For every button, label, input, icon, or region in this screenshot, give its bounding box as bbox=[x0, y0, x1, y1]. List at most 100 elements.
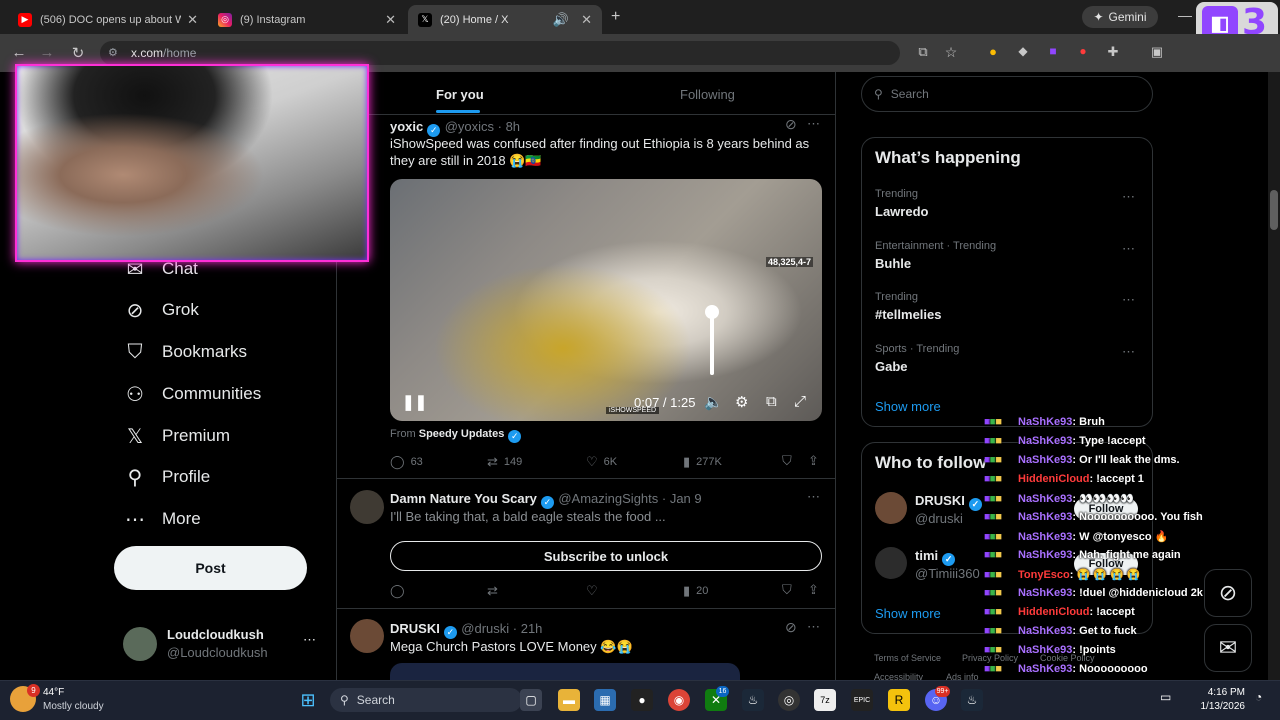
tweet-more-icon[interactable]: ⋯ bbox=[807, 116, 820, 132]
source-account[interactable]: Speedy Updates bbox=[419, 428, 505, 440]
notifications-bell-icon[interactable]: ◔ bbox=[1255, 690, 1262, 704]
share-button[interactable]: ⇪ bbox=[808, 582, 825, 598]
views-button[interactable]: ▮ 20 bbox=[683, 583, 708, 599]
grok-action-icon[interactable]: ⊘ bbox=[785, 619, 797, 636]
show-more-link[interactable]: Show more bbox=[875, 606, 941, 621]
grok-floating-icon[interactable]: ⊘ bbox=[1204, 569, 1252, 617]
repost-button[interactable]: ⇄ bbox=[487, 583, 504, 599]
nav-communities[interactable]: ⚇ Communities bbox=[124, 383, 261, 406]
nav-more[interactable]: ⋯ More bbox=[124, 508, 201, 531]
taskbar-search[interactable]: ⚲ Search bbox=[330, 688, 522, 712]
extension-chrome-icon[interactable]: ● bbox=[984, 44, 1002, 59]
steam-icon[interactable]: ♨ bbox=[961, 689, 983, 711]
tweet-author-name[interactable]: DRUSKI bbox=[390, 621, 440, 636]
tab-youtube[interactable]: ▶ (506) DOC opens up about WH ✕ bbox=[8, 5, 208, 34]
tweet-avatar[interactable] bbox=[350, 619, 384, 653]
picture-in-picture-icon[interactable]: ⧉ bbox=[766, 393, 777, 410]
minimize-button[interactable]: — bbox=[1178, 7, 1192, 23]
extension-diamond-icon[interactable]: ◆ bbox=[1014, 44, 1032, 58]
app-icon[interactable]: ● bbox=[631, 689, 653, 711]
steam-icon[interactable]: ♨ bbox=[742, 689, 764, 711]
clock-date[interactable]: 1/13/2026 bbox=[1195, 701, 1246, 712]
tweet-media-preview[interactable] bbox=[390, 663, 740, 680]
trend-name[interactable]: Lawredo bbox=[875, 204, 928, 219]
footer-link[interactable]: Accessibility bbox=[874, 672, 923, 680]
trend-name[interactable]: #tellmelies bbox=[875, 307, 942, 322]
nav-bookmarks[interactable]: ⛉ Bookmarks bbox=[124, 341, 248, 363]
fullscreen-icon[interactable]: ⤢ bbox=[794, 393, 806, 410]
chrome-icon[interactable]: ◉ bbox=[668, 689, 690, 711]
rockstar-icon[interactable]: R bbox=[888, 689, 910, 711]
trend-name[interactable]: Gabe bbox=[875, 359, 908, 374]
user-name[interactable]: DRUSKI ✓ bbox=[915, 493, 982, 511]
forward-icon[interactable]: → bbox=[38, 44, 56, 61]
app-circle-icon[interactable]: ◎ bbox=[778, 689, 800, 711]
bookmark-button[interactable]: ⛉ bbox=[782, 582, 798, 598]
tweet-more-icon[interactable]: ⋯ bbox=[807, 489, 820, 505]
show-more-link[interactable]: Show more bbox=[875, 399, 941, 414]
task-view-icon[interactable]: ▢ bbox=[520, 689, 542, 711]
trend-more-icon[interactable]: ⋯ bbox=[1122, 241, 1136, 257]
bookmark-star-icon[interactable]: ☆ bbox=[942, 44, 960, 61]
tweet-avatar[interactable] bbox=[350, 490, 384, 524]
install-app-icon[interactable]: ⧉ bbox=[914, 44, 932, 60]
store-icon[interactable]: ▦ bbox=[594, 689, 616, 711]
page-scrollbar[interactable] bbox=[1268, 72, 1280, 680]
epic-games-icon[interactable]: EPIC bbox=[851, 689, 873, 711]
7zip-icon[interactable]: 7z bbox=[814, 689, 836, 711]
views-button[interactable]: ▮ 277K bbox=[683, 454, 722, 470]
address-bar[interactable] bbox=[100, 41, 900, 65]
account-avatar[interactable] bbox=[123, 627, 157, 661]
gemini-button[interactable]: ✦ Gemini bbox=[1082, 6, 1158, 28]
search-input[interactable]: ⚲ Search bbox=[861, 76, 1153, 112]
reply-button[interactable]: ◯ bbox=[390, 583, 411, 599]
repost-button[interactable]: ⇄ 149 bbox=[487, 454, 522, 470]
messages-floating-icon[interactable]: ✉ bbox=[1204, 624, 1252, 672]
like-button[interactable]: ♡ 6K bbox=[586, 454, 617, 470]
sidepanel-icon[interactable]: ▣ bbox=[1148, 44, 1166, 60]
footer-link[interactable]: Terms of Service bbox=[874, 653, 941, 663]
footer-link[interactable]: Ads info bbox=[946, 672, 979, 680]
user-avatar[interactable] bbox=[875, 492, 907, 524]
speaker-icon[interactable]: 🔊 bbox=[553, 12, 569, 28]
reply-button[interactable]: ◯ 63 bbox=[390, 454, 423, 470]
nav-profile[interactable]: ⚲ Profile bbox=[124, 466, 211, 489]
reload-icon[interactable]: ↻ bbox=[69, 44, 87, 62]
trend-more-icon[interactable]: ⋯ bbox=[1122, 344, 1136, 360]
trend-more-icon[interactable]: ⋯ bbox=[1122, 292, 1136, 308]
pause-icon[interactable]: ❚❚ bbox=[402, 393, 427, 411]
close-tab-icon[interactable]: ✕ bbox=[187, 12, 198, 28]
windows-start-icon[interactable]: ⊞ bbox=[297, 689, 319, 711]
account-name[interactable]: Loudcloudkush bbox=[167, 627, 264, 642]
extension-red-icon[interactable]: ● bbox=[1074, 44, 1092, 58]
tweet-author-name[interactable]: Damn Nature You Scary bbox=[390, 491, 537, 506]
bookmark-button[interactable]: ⛉ bbox=[782, 453, 798, 469]
clock-time[interactable]: 4:16 PM bbox=[1207, 687, 1245, 698]
like-button[interactable]: ♡ bbox=[586, 583, 604, 599]
extension-twitch-icon[interactable]: ■ bbox=[1044, 44, 1062, 58]
share-button[interactable]: ⇪ bbox=[808, 453, 825, 469]
volume-icon[interactable]: 🔈 bbox=[704, 393, 723, 411]
url-text[interactable]: x.com/home bbox=[131, 46, 196, 60]
volume-slider-handle[interactable] bbox=[705, 305, 719, 319]
battery-icon[interactable]: ▭ bbox=[1160, 690, 1171, 704]
trend-more-icon[interactable]: ⋯ bbox=[1122, 189, 1136, 205]
tab-x-home[interactable]: 𝕏 (20) Home / X 🔊 ✕ bbox=[408, 5, 602, 34]
scrollbar-thumb[interactable] bbox=[1270, 190, 1278, 230]
tab-for-you[interactable]: For you bbox=[436, 87, 484, 102]
close-tab-icon[interactable]: ✕ bbox=[385, 12, 396, 28]
settings-gear-icon[interactable]: ⚙ bbox=[735, 393, 748, 411]
close-tab-icon[interactable]: ✕ bbox=[581, 12, 592, 28]
user-avatar[interactable] bbox=[875, 547, 907, 579]
back-icon[interactable]: ← bbox=[10, 44, 28, 61]
tweet-more-icon[interactable]: ⋯ bbox=[807, 619, 820, 635]
tweet-author-name[interactable]: yoxic bbox=[390, 119, 423, 134]
trend-name[interactable]: Buhle bbox=[875, 256, 911, 271]
tweet-video[interactable]: 48,325,4-7 iSHOWSPEED ❚❚ 0:07 / 1:25 🔈 ⚙… bbox=[390, 179, 822, 421]
file-explorer-icon[interactable]: ▬ bbox=[558, 689, 580, 711]
account-menu-icon[interactable]: ⋯ bbox=[303, 632, 316, 648]
subscribe-button[interactable]: Subscribe to unlock bbox=[390, 541, 822, 571]
extensions-puzzle-icon[interactable]: ✚ bbox=[1104, 44, 1122, 60]
tab-following[interactable]: Following bbox=[680, 87, 735, 102]
post-button[interactable]: Post bbox=[114, 546, 307, 590]
